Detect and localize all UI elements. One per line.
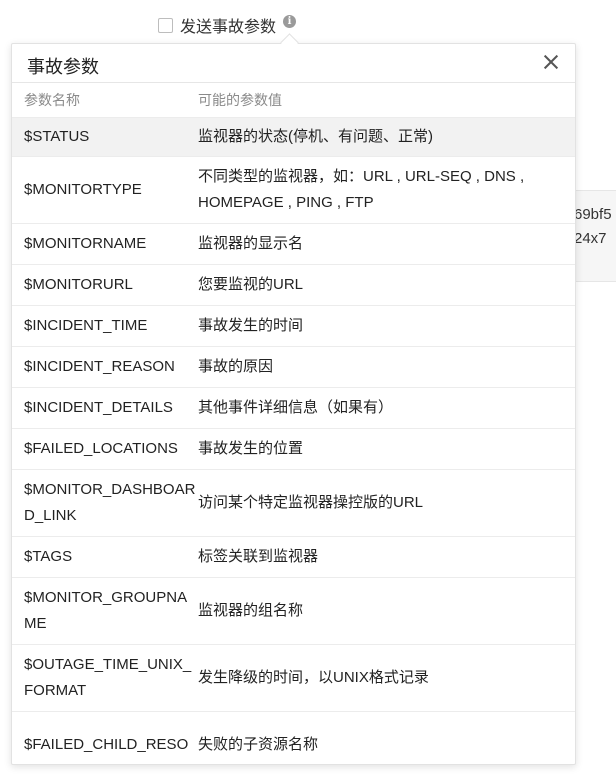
- table-row: $MONITORNAME 监视器的显示名: [12, 223, 575, 264]
- table-row: $STATUS 监视器的状态(停机、有问题、正常): [12, 117, 575, 156]
- table-row: $MONITORURL 您要监视的URL: [12, 264, 575, 305]
- table-row: $INCIDENT_TIME 事故发生的时间: [12, 305, 575, 346]
- param-name: $MONITORNAME: [24, 235, 147, 252]
- param-value: 失败的子资源名称: [198, 736, 319, 753]
- column-header-value: 可能的参数值: [198, 92, 282, 108]
- send-incident-params-row: 发送事故参数 i: [158, 12, 297, 38]
- background-text: 69bf5: [574, 206, 612, 223]
- table-header: 参数名称 可能的参数值: [12, 83, 575, 117]
- popover-title: 事故参数: [27, 57, 99, 77]
- param-value: 监视器的显示名: [198, 235, 304, 252]
- param-value: 监视器的组名称: [198, 602, 304, 619]
- table-row: $FAILED_LOCATIONS 事故发生的位置: [12, 428, 575, 469]
- background-text: 24x7: [574, 230, 607, 247]
- param-value: 事故发生的时间: [198, 317, 304, 334]
- param-name: $MONITOR_GROUPNAME: [24, 589, 188, 632]
- param-name: $FAILED_CHILD_RESO: [24, 736, 189, 753]
- param-value: 访问某个特定监视器操控版的URL: [198, 494, 424, 511]
- table-row: $MONITOR_DASHBOARD_LINK 访问某个特定监视器操控版的URL: [12, 469, 575, 536]
- table-row: $MONITOR_GROUPNAME 监视器的组名称: [12, 577, 575, 644]
- table-row: $INCIDENT_REASON 事故的原因: [12, 346, 575, 387]
- info-icon[interactable]: i: [283, 14, 297, 28]
- param-name: $INCIDENT_DETAILS: [24, 399, 173, 416]
- param-name: $STATUS: [24, 128, 90, 145]
- table-row: $MONITORTYPE 不同类型的监视器，如：URL , URL-SEQ , D…: [12, 156, 575, 223]
- param-value: 标签关联到监视器: [198, 548, 319, 565]
- param-name: $FAILED_LOCATIONS: [24, 440, 178, 457]
- popover-header: 事故参数: [12, 44, 575, 83]
- param-name: $INCIDENT_REASON: [24, 358, 175, 375]
- param-value: 其他事件详细信息（如果有）: [198, 399, 394, 416]
- param-value: 事故发生的位置: [198, 440, 304, 457]
- param-name: $OUTAGE_TIME_UNIX_FORMAT: [24, 656, 192, 699]
- param-value: 事故的原因: [198, 358, 274, 375]
- incident-params-popover: 事故参数 参数名称 可能的参数值 $STATUS 监视器的状态(停机、有问题、正常…: [11, 43, 576, 765]
- close-icon[interactable]: [541, 52, 561, 72]
- param-name: $MONITORTYPE: [24, 181, 142, 198]
- send-incident-params-label[interactable]: 发送事故参数: [180, 13, 276, 37]
- param-value: 发生降级的时间，以UNIX格式记录: [198, 669, 429, 686]
- table-row: $OUTAGE_TIME_UNIX_FORMAT 发生降级的时间，以UNIX格式记…: [12, 644, 575, 711]
- param-name: $INCIDENT_TIME: [24, 317, 148, 334]
- param-value: 您要监视的URL: [198, 276, 304, 293]
- param-value: 监视器的状态(停机、有问题、正常): [198, 128, 433, 145]
- table-row: $INCIDENT_DETAILS 其他事件详细信息（如果有）: [12, 387, 575, 428]
- param-name: $MONITORURL: [24, 276, 133, 293]
- param-name: $MONITOR_DASHBOARD_LINK: [24, 481, 196, 524]
- param-name: $TAGS: [24, 548, 73, 565]
- param-value: 不同类型的监视器，如：URL , URL-SEQ , DNS , HOMEPAG…: [198, 168, 525, 211]
- params-table-body: $STATUS 监视器的状态(停机、有问题、正常) $MONITORTYPE 不同类型…: [12, 117, 575, 778]
- table-row: $FAILED_CHILD_RESO 失败的子资源名称: [12, 711, 575, 778]
- send-incident-params-checkbox[interactable]: [158, 17, 173, 33]
- table-row: $TAGS 标签关联到监视器: [12, 536, 575, 577]
- column-header-name: 参数名称: [24, 92, 80, 108]
